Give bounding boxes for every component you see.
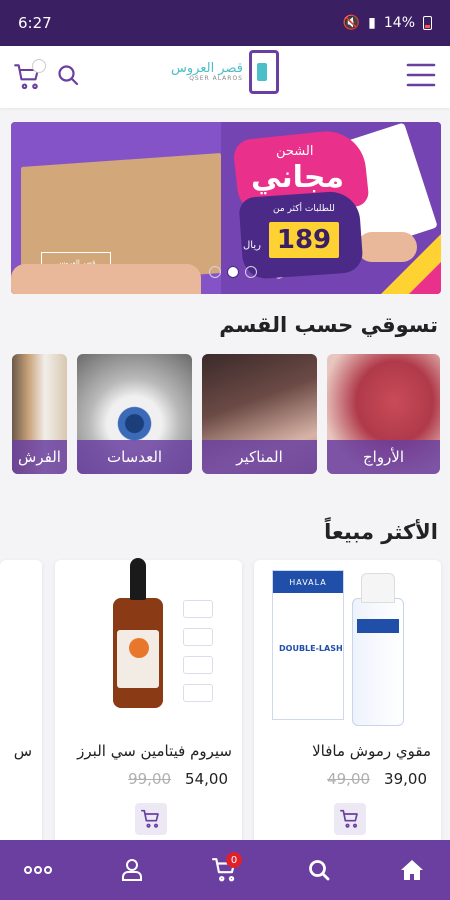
product-price: 54,00: [185, 770, 228, 788]
product-image: HAVALA DOUBLE-LASH: [266, 570, 429, 730]
categories-title: تسوقي حسب القسم: [219, 313, 438, 337]
home-icon: [401, 860, 423, 880]
nav-account-button[interactable]: [112, 850, 152, 890]
category-label: الأرواج: [327, 440, 440, 474]
badge-icon: [183, 600, 213, 618]
bottom-nav: 0: [0, 840, 450, 900]
search-icon: [308, 860, 329, 881]
app-logo[interactable]: قصر العروس QSER ALAROS: [171, 50, 279, 94]
logo-text-en: QSER ALAROS: [189, 74, 243, 82]
header-search-button[interactable]: [56, 63, 80, 91]
product-card[interactable]: سيروم فيتامين سي البرز 99,00 54,00: [55, 558, 242, 850]
more-icon: [24, 866, 52, 874]
banner-arm-image: [11, 264, 201, 294]
status-icons: 🔇 ▮ 14%: [343, 15, 432, 31]
cart-count-badge: 0: [226, 852, 242, 868]
product-old-price: 99,00: [128, 770, 172, 788]
nav-cart-button[interactable]: 0: [205, 850, 245, 890]
add-to-cart-button[interactable]: [334, 803, 366, 835]
logo-text-ar: قصر العروس: [171, 60, 243, 76]
carousel-dot[interactable]: [209, 266, 221, 278]
account-icon: [121, 859, 142, 881]
bottle-label: [357, 619, 399, 633]
product-name: سيروم فيتامين سي البرز: [77, 742, 232, 760]
product-name: س: [13, 742, 32, 760]
product-old-price: 49,00: [327, 770, 371, 788]
badge-icon: [183, 684, 213, 702]
product-name: مقوي رموش مافالا: [312, 742, 431, 760]
category-nail-polish[interactable]: المناكير: [202, 354, 317, 474]
carousel-dot-active[interactable]: [227, 266, 239, 278]
battery-percent: 14%: [383, 15, 415, 31]
add-to-cart-button[interactable]: [135, 803, 167, 835]
cart-icon: [340, 809, 358, 828]
cart-icon: [141, 809, 159, 828]
status-bar: 6:27 🔇 ▮ 14%: [0, 0, 450, 46]
signal-icon: ▮: [368, 15, 376, 31]
menu-button[interactable]: [404, 62, 436, 92]
search-icon: [58, 65, 79, 86]
category-lenses[interactable]: العدسات: [77, 354, 192, 474]
best-sellers-title: الأكثر مبيعاً: [324, 520, 438, 544]
category-brushes[interactable]: الفرش: [12, 354, 67, 474]
banner-price: 189: [269, 222, 339, 258]
nav-home-button[interactable]: [392, 850, 432, 890]
product-badges: [183, 600, 213, 702]
banner-pink-corner: [409, 262, 441, 294]
product-card-partial[interactable]: س: [0, 560, 42, 850]
mute-icon: 🔇: [342, 15, 361, 31]
app-header: قصر العروس QSER ALAROS: [0, 46, 450, 108]
product-prices: 49,00 39,00: [327, 770, 427, 788]
category-lipstick[interactable]: الأرواج: [327, 354, 440, 474]
category-label: الفرش: [12, 440, 67, 474]
best-sellers-carousel: HAVALA DOUBLE-LASH مقوي رموش مافالا 49,0…: [0, 558, 450, 850]
banner-orders-label: للطلبات أكثر من: [273, 204, 335, 214]
product-image: [67, 558, 230, 730]
product-bottle-image: [352, 573, 404, 726]
product-price: 39,00: [384, 770, 427, 788]
header-cart-badge: [32, 59, 46, 73]
product-box-text: DOUBLE-LASH: [279, 644, 343, 653]
product-prices: 99,00 54,00: [128, 770, 228, 788]
nav-search-button[interactable]: [299, 850, 339, 890]
status-time: 6:27: [18, 14, 52, 32]
promo-banner[interactable]: قصر العروس الشحن مجاني للطلبات أكثر من 1…: [11, 122, 441, 294]
badge-icon: [183, 656, 213, 674]
bottle-cap: [361, 573, 395, 603]
carousel-dot[interactable]: [245, 266, 257, 278]
banner-shipping-label: الشحن: [276, 144, 314, 159]
category-label: المناكير: [202, 440, 317, 474]
categories-carousel: الأرواج المناكير العدسات الفرش: [0, 354, 450, 478]
logo-text: قصر العروس QSER ALAROS: [171, 60, 243, 83]
menu-icon: [406, 63, 436, 87]
product-bottle-image: [113, 558, 163, 708]
banner-currency: ريال: [243, 240, 261, 251]
badge-icon: [183, 628, 213, 646]
product-brand-text: HAVALA: [273, 571, 343, 593]
bottle-label: [117, 630, 159, 688]
product-card[interactable]: HAVALA DOUBLE-LASH مقوي رموش مافالا 49,0…: [254, 560, 441, 850]
battery-icon: [423, 16, 432, 30]
logo-mark-icon: [248, 50, 279, 94]
bottle-dropper: [130, 558, 146, 600]
header-actions: [14, 59, 80, 91]
carousel-dots: [209, 266, 257, 278]
banner-free-label: مجاني: [251, 160, 345, 195]
nav-more-button[interactable]: [18, 850, 58, 890]
category-label: العدسات: [77, 440, 192, 474]
product-box-image: HAVALA DOUBLE-LASH: [272, 570, 344, 720]
header-cart-button[interactable]: [14, 59, 46, 91]
